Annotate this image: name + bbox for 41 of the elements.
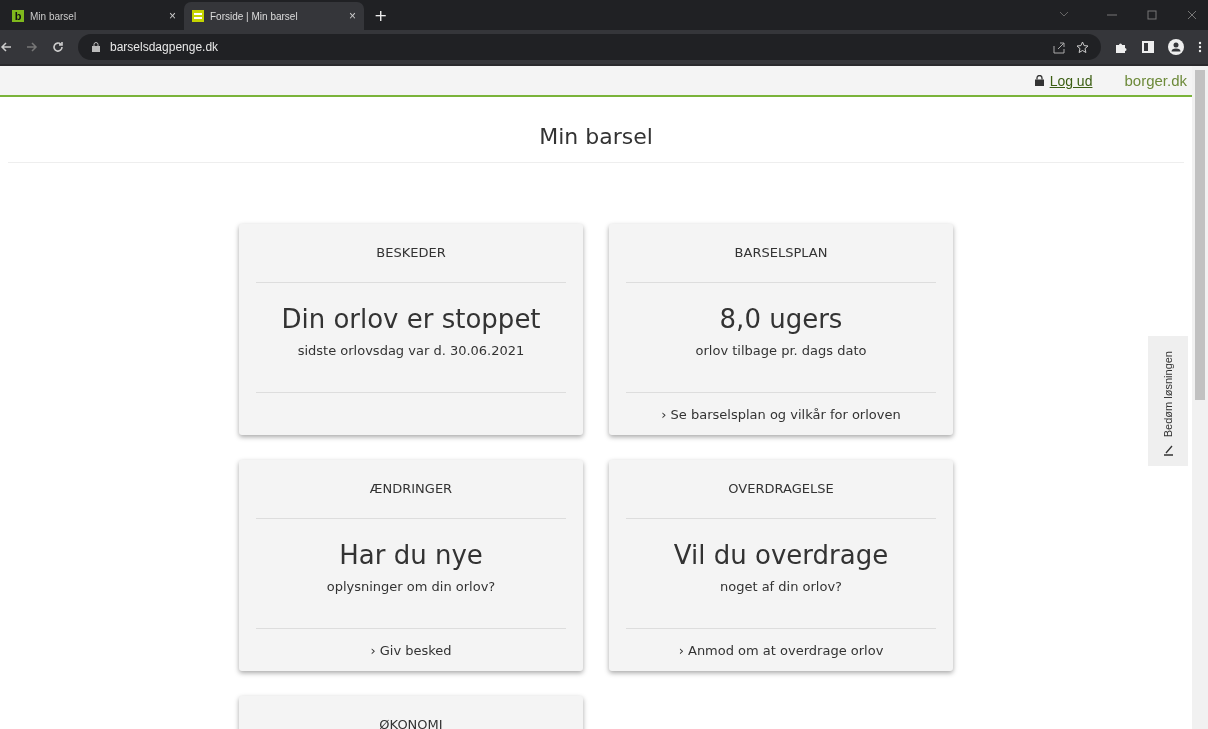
browser-tab[interactable]: Forside | Min barsel × <box>184 2 364 30</box>
card-subtext: oplysninger om din orlov? <box>325 579 497 594</box>
card-heading: ÆNDRINGER <box>256 460 566 519</box>
card-heading: BARSELSPLAN <box>626 224 936 283</box>
url-text: barselsdagpenge.dk <box>110 40 219 54</box>
star-icon[interactable] <box>1076 40 1089 54</box>
card-subtext: sidste orlovsdag var d. 30.06.2021 <box>296 343 526 358</box>
close-tab-button[interactable]: × <box>349 9 356 23</box>
new-tab-button[interactable]: + <box>364 6 398 30</box>
logout-link[interactable]: Log ud <box>1034 72 1093 89</box>
browser-tab[interactable]: b Min barsel × <box>4 2 184 30</box>
favicon-icon: b <box>12 10 24 22</box>
forward-icon[interactable] <box>26 41 38 53</box>
menu-icon[interactable] <box>1198 41 1202 53</box>
card-link[interactable]: › Giv besked <box>370 642 452 658</box>
card-heading: OVERDRAGELSE <box>626 460 936 519</box>
card-subtext: noget af din orlov? <box>718 579 843 594</box>
card-link[interactable]: › Anmod om at overdrage orlov <box>678 642 884 658</box>
card-heading: ØKONOMI <box>256 696 566 729</box>
card-headline: Vil du overdrage <box>672 539 890 571</box>
card-heading: BESKEDER <box>256 224 566 283</box>
card-headline: Har du nye <box>338 539 484 571</box>
card-link[interactable]: › Se barselsplan og vilkår for orloven <box>661 406 901 422</box>
pencil-icon <box>1162 445 1174 456</box>
scrollbar[interactable] <box>1192 66 1208 729</box>
share-icon[interactable] <box>1053 40 1066 54</box>
page-title: Min barsel <box>8 97 1184 163</box>
lock-icon <box>1034 75 1044 86</box>
profile-icon[interactable] <box>1168 39 1184 55</box>
address-field[interactable]: barselsdagpenge.dk <box>78 34 1101 60</box>
card-subtext: orlov tilbage pr. dags dato <box>694 343 868 358</box>
menu-favicon-icon <box>192 10 204 22</box>
card-headline: 8,0 ugers <box>718 303 844 335</box>
card-headline: Din orlov er stoppet <box>280 303 542 335</box>
reload-icon[interactable] <box>52 41 64 53</box>
brand-link[interactable]: borger.dk <box>1124 72 1187 89</box>
lock-icon <box>92 42 100 52</box>
feedback-tab[interactable]: Bedøm løsningen <box>1148 336 1188 466</box>
back-icon[interactable] <box>0 41 12 53</box>
close-tab-button[interactable]: × <box>169 9 176 23</box>
sidepanel-icon[interactable] <box>1142 41 1154 53</box>
